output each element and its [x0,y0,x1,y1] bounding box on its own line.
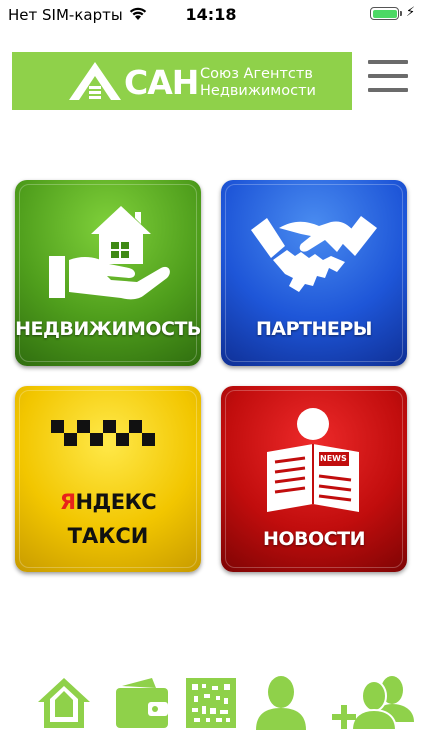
clock: 14:18 [185,5,237,24]
yandex-rest: НДЕКС [75,490,157,514]
tile-partners-label: ПАРТНЕРЫ [256,318,372,340]
taxi-checker-icon [51,420,155,446]
battery-tip [400,11,402,16]
tab-bar [0,672,422,750]
logo-abbreviation: САН [124,63,199,102]
tile-partners[interactable]: ПАРТНЕРЫ [221,180,407,366]
wallet-icon[interactable] [112,672,172,732]
battery-icon [370,7,399,20]
news-badge: NEWS [320,454,347,463]
logo-line-2: Недвижимости [200,83,316,99]
tile-news[interactable]: NEWS НОВОСТИ [221,386,407,572]
tile-yandex-taxi[interactable]: ЯНДЕКС ТАКСИ [15,386,201,572]
home-icon[interactable] [34,672,94,732]
tile-real-estate-label: НЕДВИЖИМОСТЬ [15,318,201,340]
house-logo-icon [69,62,121,100]
status-bar: Нет SIM-карты 14:18 ⚡ [0,0,422,28]
add-users-icon[interactable] [330,672,416,732]
tile-taxi-label-line1: ЯНДЕКС [15,490,201,514]
tile-real-estate[interactable]: НЕДВИЖИМОСТЬ [15,180,201,366]
yandex-first-letter: Я [59,490,76,514]
tile-news-label: НОВОСТИ [263,528,366,550]
tile-taxi-label-line2: ТАКСИ [67,524,149,548]
handshake-icon [251,216,377,292]
logo-line-1: Союз Агентств [200,66,313,82]
brand-logo: САН Союз Агентств Недвижимости [12,52,352,110]
hamburger-icon[interactable] [368,58,410,94]
bolt-icon: ⚡ [406,5,416,20]
qr-code-icon[interactable] [186,672,236,728]
user-icon[interactable] [254,672,308,732]
house-in-hand-icon [49,206,170,300]
newspaper-reader-icon [267,408,359,512]
